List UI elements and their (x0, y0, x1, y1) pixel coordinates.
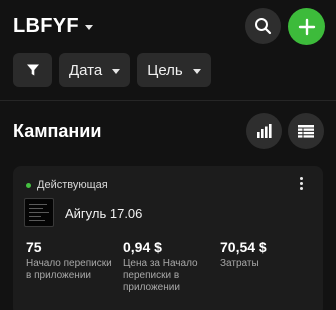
chart-view-button[interactable] (246, 113, 282, 149)
goal-filter-label: Цель (147, 61, 183, 79)
funnel-icon (26, 64, 39, 76)
ads-manager-screen: LBFYF Дата Цель Кампании Действующая Айг… (0, 0, 336, 310)
goal-filter[interactable]: Цель (137, 53, 211, 87)
filter-bar: Дата Цель (13, 53, 211, 87)
table-icon (298, 124, 314, 138)
metric-value: 75 (26, 239, 42, 255)
bar-chart-icon (257, 124, 272, 138)
metric-label: Начало переписки в приложении (26, 258, 112, 281)
date-filter[interactable]: Дата (59, 53, 131, 87)
campaign-thumbnail (24, 198, 54, 227)
top-bar: LBFYF (13, 8, 325, 45)
status-dot (26, 182, 31, 188)
metric-spend: 70,54 $ Затраты (220, 239, 310, 270)
caret-down-icon (84, 25, 93, 30)
chevron-down-icon (192, 68, 201, 74)
metric-value: 0,94 $ (123, 239, 162, 255)
campaign-name: Айгуль 17.06 (65, 206, 143, 221)
metric-value: 70,54 $ (220, 239, 267, 255)
chevron-down-icon (112, 68, 121, 74)
account-name: LBFYF (13, 15, 79, 37)
date-filter-label: Дата (69, 61, 103, 79)
metric-label: Затраты (220, 258, 259, 269)
plus-icon (298, 18, 315, 35)
metric-label: Цена за Начало переписки в приложении (123, 258, 198, 293)
more-options-icon[interactable] (298, 177, 304, 190)
status-label: Действующая (37, 179, 108, 191)
divider (0, 100, 336, 101)
metric-conversations: 75 Начало переписки в приложении (26, 239, 116, 282)
metric-cost-per-result: 0,94 $ Цена за Начало переписки в прилож… (123, 239, 213, 294)
search-button[interactable] (245, 8, 281, 44)
section-title: Кампании (13, 121, 102, 141)
filter-button[interactable] (13, 53, 52, 87)
search-icon (255, 18, 272, 35)
table-view-button[interactable] (288, 113, 324, 149)
account-selector[interactable]: LBFYF (13, 15, 93, 38)
status-badge: Действующая (26, 179, 108, 191)
add-button[interactable] (288, 8, 325, 45)
campaign-card[interactable]: Действующая Айгуль 17.06 75 Начало переп… (13, 166, 323, 310)
